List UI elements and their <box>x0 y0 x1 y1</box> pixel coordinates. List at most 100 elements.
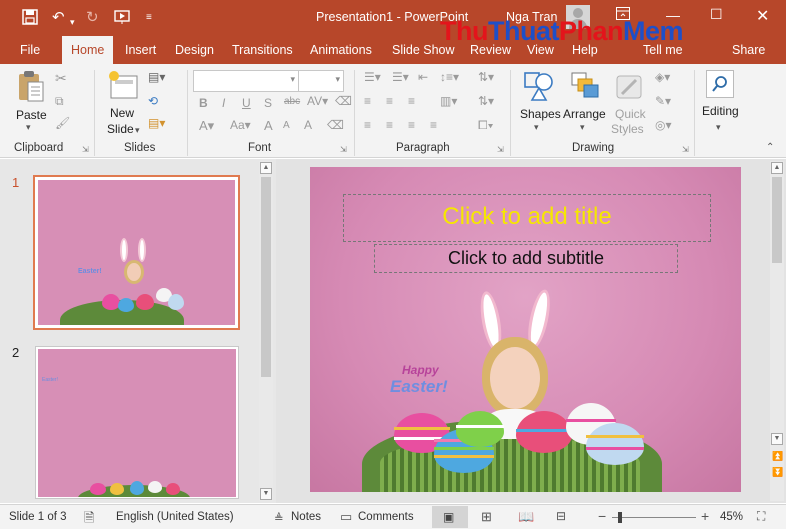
numbering-icon[interactable]: ☰▾ <box>392 70 409 84</box>
shapes-dropdown-icon[interactable]: ▾ <box>534 122 539 133</box>
new-slide-label-2[interactable]: Slide <box>107 122 134 136</box>
clear-formatting-icon[interactable]: A <box>304 118 312 132</box>
search-icon[interactable] <box>706 70 734 98</box>
underline-icon[interactable]: U <box>242 96 251 110</box>
fit-to-window-icon[interactable]: ⛶ <box>757 509 765 524</box>
new-slide-icon[interactable] <box>107 70 139 103</box>
collapse-ribbon-icon[interactable]: ⌃ <box>766 142 774 153</box>
line-spacing-icon[interactable]: ↕≡▾ <box>440 70 459 84</box>
distributed-icon[interactable]: ≡ <box>386 118 393 132</box>
copy-icon[interactable]: ⧉ <box>55 94 64 109</box>
character-spacing-icon[interactable]: AV▾ <box>307 94 328 108</box>
slide-scrollbar[interactable]: ▲ ▼ ⏫ ⏬ <box>770 161 784 501</box>
shadow-icon[interactable]: S <box>264 96 272 110</box>
arrange-icon[interactable] <box>568 70 602 105</box>
drawing-launcher-icon[interactable]: ⇲ <box>682 145 689 154</box>
scroll-thumb[interactable] <box>261 177 271 377</box>
tab-transitions[interactable]: Transitions <box>232 43 293 57</box>
spell-check-icon[interactable]: 🗎 <box>84 509 94 531</box>
zoom-slider[interactable] <box>612 517 696 518</box>
decrease-font-icon[interactable]: A <box>283 120 290 131</box>
justify-low-icon[interactable]: ≡ <box>408 118 415 132</box>
paste-button[interactable]: Paste <box>16 108 47 122</box>
notes-icon[interactable]: ≜ <box>274 511 284 525</box>
undo-icon[interactable]: ↶ <box>52 9 65 27</box>
strikethrough-icon[interactable]: abc <box>284 96 300 107</box>
editing-button[interactable]: Editing <box>702 104 739 118</box>
reset-icon[interactable]: ⟲ <box>148 94 158 108</box>
share-button[interactable]: Share <box>732 43 765 57</box>
scroll-down-icon[interactable]: ▼ <box>260 488 272 500</box>
tab-insert[interactable]: Insert <box>125 43 156 57</box>
quick-styles-label-2[interactable]: Styles <box>611 122 644 136</box>
thumbnail-1[interactable]: Easter! <box>38 180 235 325</box>
language-indicator[interactable]: English (United States) <box>116 511 234 523</box>
tab-design[interactable]: Design <box>175 43 214 57</box>
slide-counter[interactable]: Slide 1 of 3 <box>9 511 67 523</box>
thumbnail-2[interactable]: Easter! <box>38 349 236 497</box>
font-size-combo[interactable] <box>298 70 344 92</box>
previous-slide-icon[interactable]: ⏫ <box>772 451 783 462</box>
scroll-down-icon[interactable]: ▼ <box>771 433 783 445</box>
normal-view-button[interactable]: ▣ <box>432 506 468 528</box>
close-icon[interactable]: ✕ <box>756 6 769 26</box>
comments-button[interactable]: Comments <box>358 511 414 523</box>
font-name-combo[interactable] <box>193 70 299 92</box>
scroll-up-icon[interactable]: ▲ <box>771 162 783 174</box>
zoom-slider-thumb[interactable] <box>618 512 623 523</box>
italic-icon[interactable]: I <box>222 96 225 110</box>
title-placeholder[interactable]: Click to add title <box>343 194 711 242</box>
bullets-icon[interactable]: ☰▾ <box>364 70 381 84</box>
align-left-icon[interactable]: ≡ <box>364 94 371 108</box>
notes-button[interactable]: Notes <box>291 511 321 523</box>
increase-font-icon[interactable]: A <box>264 118 273 133</box>
shapes-icon[interactable] <box>522 70 556 105</box>
change-case-icon[interactable]: ⌫ <box>335 94 352 108</box>
decrease-indent-icon[interactable]: ⇤ <box>418 70 428 84</box>
quick-styles-label-1[interactable]: Quick <box>615 107 646 121</box>
align-center-icon[interactable]: ≡ <box>386 94 393 108</box>
clipboard-launcher-icon[interactable]: ⇲ <box>82 145 89 154</box>
paragraph-launcher-icon[interactable]: ⇲ <box>497 145 504 154</box>
slide-show-icon[interactable]: ⊟ <box>556 509 566 523</box>
align-right-icon[interactable]: ≡ <box>408 94 415 108</box>
start-from-beginning-icon[interactable] <box>114 9 132 30</box>
bold-icon[interactable]: B <box>199 96 208 110</box>
next-slide-icon[interactable]: ⏬ <box>772 467 783 478</box>
section-icon[interactable]: ▤▾ <box>148 116 165 130</box>
text-direction-icon[interactable]: ⇅▾ <box>478 70 494 84</box>
cut-icon[interactable]: ✂ <box>55 70 67 87</box>
zoom-out-icon[interactable]: − <box>598 508 606 524</box>
paste-icon[interactable] <box>16 70 46 107</box>
layout-icon[interactable]: ▤▾ <box>148 70 165 84</box>
editing-dropdown-icon[interactable]: ▾ <box>716 122 721 133</box>
thumbnail-1-frame[interactable]: Easter! <box>33 175 240 330</box>
maximize-icon[interactable]: ☐ <box>710 6 723 23</box>
undo-dropdown-icon[interactable]: ▾ <box>70 13 75 31</box>
tab-home[interactable]: Home <box>62 36 114 64</box>
redo-icon[interactable]: ↻ <box>86 9 99 27</box>
reading-view-icon[interactable]: 📖 <box>518 509 534 525</box>
zoom-level[interactable]: 45% <box>720 511 743 523</box>
eraser-icon[interactable]: ⌫ <box>327 118 344 132</box>
font-color-icon[interactable]: A▾ <box>199 118 214 134</box>
comments-icon[interactable]: ▭ <box>340 509 352 525</box>
columns-icon[interactable]: ▥▾ <box>440 94 457 108</box>
arrange-dropdown-icon[interactable]: ▾ <box>580 122 585 133</box>
shape-outline-icon[interactable]: ✎▾ <box>655 94 671 108</box>
customize-toolbar-icon[interactable]: ≡ <box>146 9 152 27</box>
format-painter-icon[interactable]: 🖌 <box>55 116 70 130</box>
justify-icon[interactable]: ≡ <box>364 118 371 132</box>
thumbnail-2-frame[interactable]: Easter! <box>35 346 239 499</box>
scroll-up-icon[interactable]: ▲ <box>260 162 272 174</box>
shape-fill-icon[interactable]: ◈▾ <box>655 70 670 84</box>
shape-effects-icon[interactable]: ◎▾ <box>655 118 672 132</box>
save-icon[interactable] <box>22 9 38 30</box>
thumbnail-scrollbar[interactable]: ▲ ▼ <box>259 161 273 501</box>
paste-dropdown-icon[interactable]: ▾ <box>26 122 31 133</box>
slide-sorter-icon[interactable]: ⊞ <box>481 509 492 525</box>
quick-styles-icon[interactable] <box>614 72 646 105</box>
text-highlight-icon[interactable]: Aa▾ <box>230 118 251 132</box>
thai-distributed-icon[interactable]: ≡ <box>430 118 437 132</box>
subtitle-placeholder-text[interactable]: Click to add subtitle <box>375 248 677 269</box>
